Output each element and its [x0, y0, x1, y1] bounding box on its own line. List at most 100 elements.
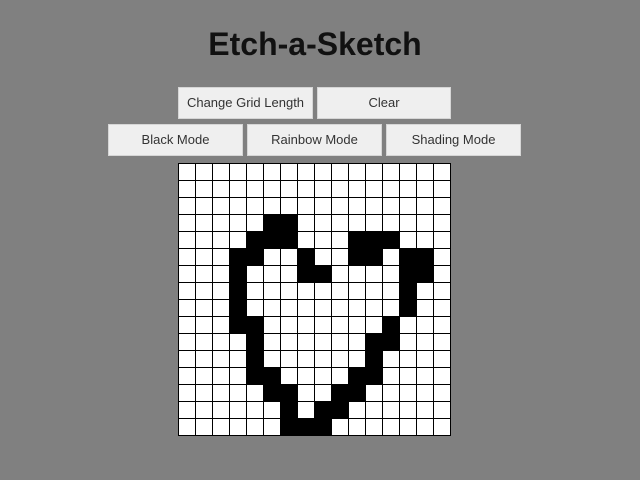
grid-cell[interactable] [213, 232, 230, 249]
grid-cell[interactable] [332, 402, 349, 419]
grid-cell[interactable] [213, 334, 230, 351]
grid-cell[interactable] [281, 181, 298, 198]
grid-cell[interactable] [349, 300, 366, 317]
grid-cell[interactable] [230, 232, 247, 249]
grid-cell[interactable] [332, 419, 349, 436]
grid-cell[interactable] [247, 249, 264, 266]
grid-cell[interactable] [247, 402, 264, 419]
grid-cell[interactable] [213, 419, 230, 436]
grid-cell[interactable] [213, 266, 230, 283]
grid-cell[interactable] [281, 419, 298, 436]
grid-cell[interactable] [230, 283, 247, 300]
grid-cell[interactable] [383, 181, 400, 198]
grid-cell[interactable] [400, 249, 417, 266]
grid-cell[interactable] [247, 351, 264, 368]
grid-cell[interactable] [196, 181, 213, 198]
grid-cell[interactable] [230, 198, 247, 215]
grid-cell[interactable] [417, 402, 434, 419]
grid-cell[interactable] [349, 385, 366, 402]
grid-cell[interactable] [332, 317, 349, 334]
grid-cell[interactable] [230, 266, 247, 283]
grid-cell[interactable] [383, 164, 400, 181]
grid-cell[interactable] [366, 368, 383, 385]
grid-cell[interactable] [366, 402, 383, 419]
grid-cell[interactable] [213, 181, 230, 198]
grid-cell[interactable] [179, 317, 196, 334]
grid-cell[interactable] [298, 266, 315, 283]
grid-cell[interactable] [349, 232, 366, 249]
grid-cell[interactable] [366, 198, 383, 215]
grid-cell[interactable] [281, 351, 298, 368]
grid-cell[interactable] [417, 334, 434, 351]
grid-cell[interactable] [434, 249, 451, 266]
grid-cell[interactable] [417, 198, 434, 215]
grid-cell[interactable] [434, 266, 451, 283]
grid-cell[interactable] [247, 300, 264, 317]
grid-cell[interactable] [417, 181, 434, 198]
grid-cell[interactable] [230, 385, 247, 402]
grid-cell[interactable] [179, 385, 196, 402]
grid-cell[interactable] [366, 300, 383, 317]
grid-cell[interactable] [400, 300, 417, 317]
grid-cell[interactable] [247, 368, 264, 385]
grid-cell[interactable] [383, 249, 400, 266]
grid-cell[interactable] [281, 198, 298, 215]
grid-cell[interactable] [281, 266, 298, 283]
grid-cell[interactable] [179, 402, 196, 419]
grid-cell[interactable] [264, 164, 281, 181]
grid-cell[interactable] [179, 351, 196, 368]
grid-cell[interactable] [281, 368, 298, 385]
grid-cell[interactable] [298, 215, 315, 232]
grid-cell[interactable] [196, 334, 213, 351]
grid-cell[interactable] [434, 368, 451, 385]
grid-cell[interactable] [400, 215, 417, 232]
grid-cell[interactable] [315, 368, 332, 385]
grid-cell[interactable] [417, 368, 434, 385]
grid-cell[interactable] [179, 419, 196, 436]
grid-cell[interactable] [366, 232, 383, 249]
grid-cell[interactable] [417, 300, 434, 317]
grid-cell[interactable] [332, 164, 349, 181]
grid-cell[interactable] [332, 351, 349, 368]
grid-cell[interactable] [417, 419, 434, 436]
grid-cell[interactable] [196, 402, 213, 419]
grid-cell[interactable] [366, 249, 383, 266]
grid-cell[interactable] [400, 368, 417, 385]
grid-cell[interactable] [179, 266, 196, 283]
grid-cell[interactable] [264, 249, 281, 266]
grid-cell[interactable] [434, 334, 451, 351]
grid-cell[interactable] [400, 232, 417, 249]
grid-cell[interactable] [264, 334, 281, 351]
grid-cell[interactable] [247, 385, 264, 402]
grid-cell[interactable] [196, 351, 213, 368]
grid-cell[interactable] [315, 300, 332, 317]
grid-cell[interactable] [298, 283, 315, 300]
grid-cell[interactable] [366, 419, 383, 436]
grid-cell[interactable] [400, 351, 417, 368]
black-mode-button[interactable]: Black Mode [108, 124, 243, 156]
grid-cell[interactable] [298, 334, 315, 351]
grid-cell[interactable] [196, 283, 213, 300]
grid-cell[interactable] [383, 317, 400, 334]
grid-cell[interactable] [213, 215, 230, 232]
grid-cell[interactable] [196, 215, 213, 232]
grid-cell[interactable] [247, 181, 264, 198]
grid-cell[interactable] [349, 402, 366, 419]
grid-cell[interactable] [400, 181, 417, 198]
grid-cell[interactable] [417, 385, 434, 402]
grid-cell[interactable] [298, 181, 315, 198]
grid-cell[interactable] [349, 215, 366, 232]
grid-cell[interactable] [264, 300, 281, 317]
grid-cell[interactable] [400, 385, 417, 402]
grid-cell[interactable] [383, 334, 400, 351]
grid-cell[interactable] [247, 232, 264, 249]
grid-cell[interactable] [298, 198, 315, 215]
grid-cell[interactable] [315, 232, 332, 249]
grid-cell[interactable] [247, 198, 264, 215]
grid-cell[interactable] [332, 368, 349, 385]
grid-cell[interactable] [349, 181, 366, 198]
grid-cell[interactable] [366, 164, 383, 181]
grid-cell[interactable] [179, 249, 196, 266]
grid-cell[interactable] [264, 198, 281, 215]
grid-cell[interactable] [247, 215, 264, 232]
